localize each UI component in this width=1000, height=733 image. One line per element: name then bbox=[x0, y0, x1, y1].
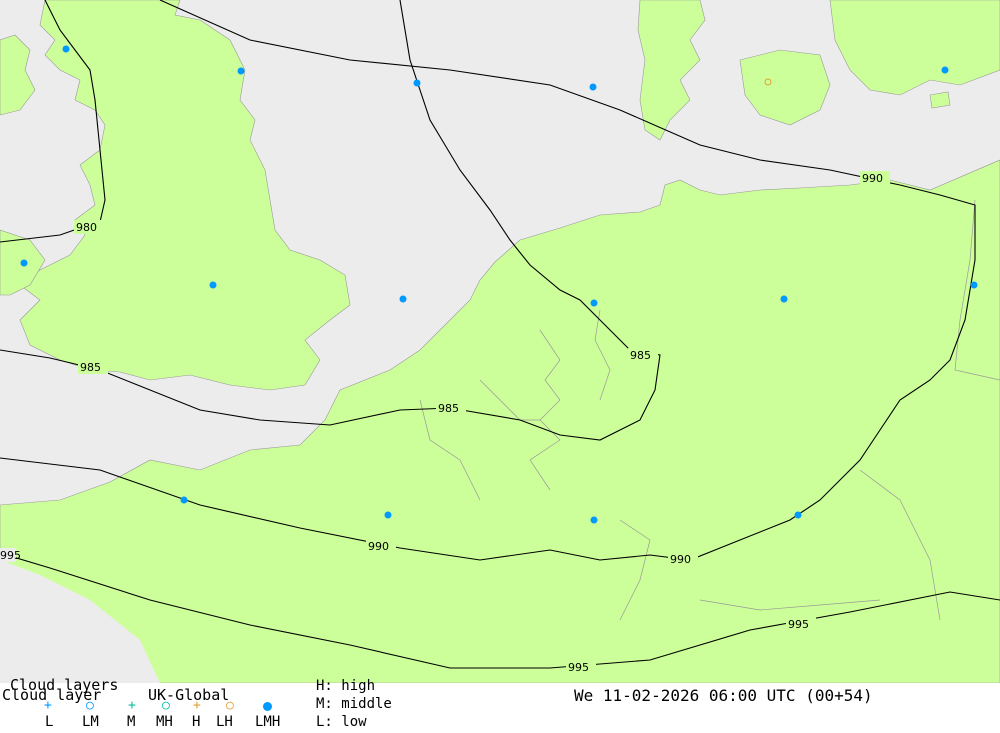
isobar-label: 995 bbox=[788, 618, 809, 631]
legend-code-lmh: LMH bbox=[255, 714, 281, 730]
key-low: L: low bbox=[316, 714, 367, 730]
circle-icon: ○ bbox=[162, 698, 170, 713]
cloud-marker-lmh bbox=[590, 299, 598, 307]
plus-icon: + bbox=[193, 698, 201, 713]
plus-icon: + bbox=[44, 698, 52, 713]
cloud-marker-lmh bbox=[780, 295, 788, 303]
legend-code-lm: LM bbox=[82, 714, 99, 730]
legend-code-lh: LH bbox=[216, 714, 233, 730]
cloud-marker-lmh bbox=[941, 66, 949, 74]
isobar-label: 990 bbox=[368, 540, 389, 553]
forecast-datetime: We 11-02-2026 06:00 UTC (00+54) bbox=[574, 686, 873, 705]
legend-code-h: H bbox=[192, 714, 201, 730]
cloud-marker-lmh bbox=[794, 511, 802, 519]
legend-panel: Cloud layers Cloud layer UK-Global + ○ +… bbox=[0, 676, 1000, 733]
isobar-label: 990 bbox=[862, 172, 883, 185]
legend-code-mh: MH bbox=[156, 714, 173, 730]
legend-code-l: L bbox=[45, 714, 54, 730]
cloud-marker-lmh bbox=[237, 67, 245, 75]
isobar-label: 985 bbox=[438, 402, 459, 415]
model-name: UK-Global bbox=[148, 686, 230, 704]
cloud-layers-map-page: 980 985 985 985 990 990 990 995 995 995 bbox=[0, 0, 1000, 733]
filled-dot-icon bbox=[263, 702, 272, 711]
cloud-marker-lmh bbox=[180, 496, 188, 504]
cloud-marker-lmh bbox=[970, 281, 978, 289]
cloud-marker-lmh bbox=[384, 511, 392, 519]
island-land bbox=[929, 91, 951, 109]
weather-map: 980 985 985 985 990 990 990 995 995 995 bbox=[0, 0, 1000, 683]
cloud-marker-lmh bbox=[62, 45, 70, 53]
isobar-label: 985 bbox=[80, 361, 101, 374]
isobar-label: 995 bbox=[568, 661, 589, 674]
cloud-marker-lmh bbox=[20, 259, 28, 267]
cloud-marker-lmh bbox=[413, 79, 421, 87]
plus-icon: + bbox=[128, 698, 136, 713]
cloud-marker-lmh bbox=[590, 516, 598, 524]
isobar-label: 980 bbox=[76, 221, 97, 234]
isobar-label: 990 bbox=[670, 553, 691, 566]
key-high: H: high bbox=[316, 678, 376, 694]
cloud-marker-lmh bbox=[209, 281, 217, 289]
key-middle: M: middle bbox=[316, 696, 392, 712]
circle-icon: ○ bbox=[226, 698, 234, 713]
cloud-marker-lmh bbox=[589, 83, 597, 91]
legend-code-m: M bbox=[127, 714, 136, 730]
isobar-label: 995 bbox=[0, 549, 21, 562]
cloud-marker-lmh bbox=[399, 295, 407, 303]
isobar-label: 985 bbox=[630, 349, 651, 362]
circle-icon: ○ bbox=[86, 698, 94, 713]
